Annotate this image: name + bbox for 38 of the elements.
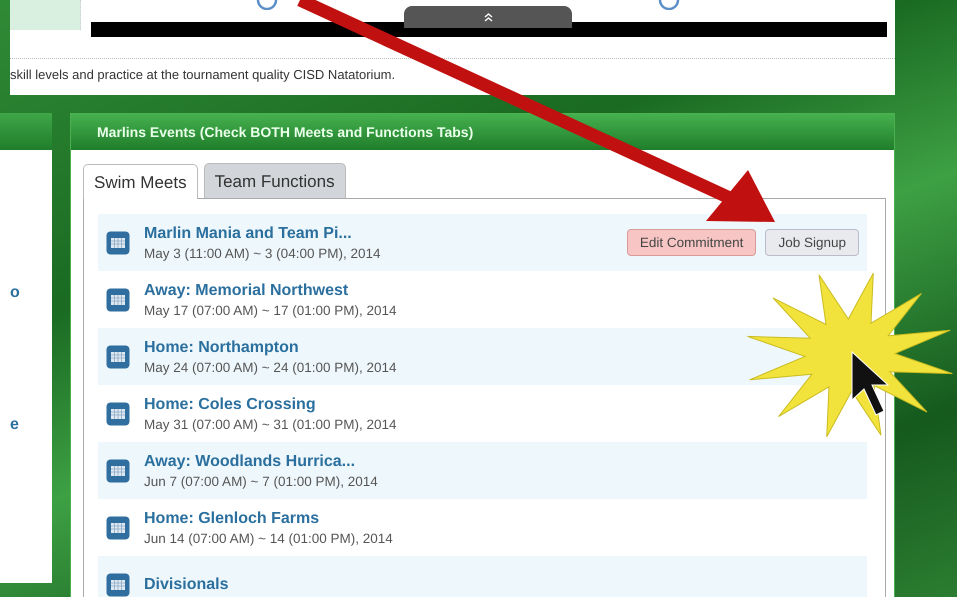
calendar-icon [106,572,130,596]
calendar-icon [106,230,130,254]
sidebar-link[interactable]: e [10,416,52,434]
thumbnail-block [10,0,81,30]
calendar-icon [106,288,130,312]
event-row[interactable]: Divisionals [98,556,867,597]
event-row[interactable]: Home: Glenloch Farms Jun 14 (07:00 AM) ~ 14 (01:00 PM), 2014 [98,499,867,556]
event-title-link[interactable]: Divisionals [144,576,228,594]
event-title-link[interactable]: Marlin Mania and Team Pi... [144,224,380,242]
event-title-link[interactable]: Home: Coles Crossing [144,396,397,414]
tab[interactable]: Swim Meets [83,164,198,199]
calendar-icon [106,344,130,368]
calendar-icon [106,458,130,482]
collapse-handle[interactable] [404,6,572,28]
event-row[interactable]: Home: Coles Crossing May 31 (07:00 AM) ~ 31 (01:00 PM), 2014 [98,385,867,442]
tab[interactable]: Team Functions [204,163,346,198]
event-date: May 31 (07:00 AM) ~ 31 (01:00 PM), 2014 [144,416,397,432]
event-title-link[interactable]: Home: Northampton [144,338,397,356]
event-date: May 17 (07:00 AM) ~ 17 (01:00 PM), 2014 [144,302,397,318]
sidebar-header [0,113,52,150]
event-title-link[interactable]: Home: Glenloch Farms [144,510,393,528]
job-signup-button[interactable]: Job Signup [765,229,859,256]
chevron-up-icon [484,12,492,22]
event-date: May 24 (07:00 AM) ~ 24 (01:00 PM), 2014 [144,360,397,374]
calendar-icon [106,516,130,540]
description-text: skill levels and practice at the tournament quality CISD Natatorium. [10,66,396,82]
event-date: May 3 (11:00 AM) ~ 3 (04:00 PM), 2014 [144,246,380,260]
event-title-link[interactable]: Away: Woodlands Hurrica... [144,452,378,470]
event-row[interactable]: Marlin Mania and Team Pi... May 3 (11:00 AM) ~ 3 (04:00 PM), 2014 Edit Commitment Job Signup [98,214,867,271]
edit-commitment-button[interactable]: Edit Commitment [626,229,756,256]
sidebar-link[interactable]: o [10,284,52,302]
cursor-icon [852,350,890,416]
event-date: Jun 14 (07:00 AM) ~ 14 (01:00 PM), 2014 [144,530,393,546]
calendar-icon [106,402,130,426]
event-date: Jun 7 (07:00 AM) ~ 7 (01:00 PM), 2014 [144,474,378,488]
event-title-link[interactable]: Away: Memorial Northwest [144,282,397,300]
panel-title: Marlins Events (Check BOTH Meets and Functions Tabs) [71,114,894,150]
event-row[interactable]: Away: Woodlands Hurrica... Jun 7 (07:00 AM) ~ 7 (01:00 PM), 2014 [98,442,867,499]
